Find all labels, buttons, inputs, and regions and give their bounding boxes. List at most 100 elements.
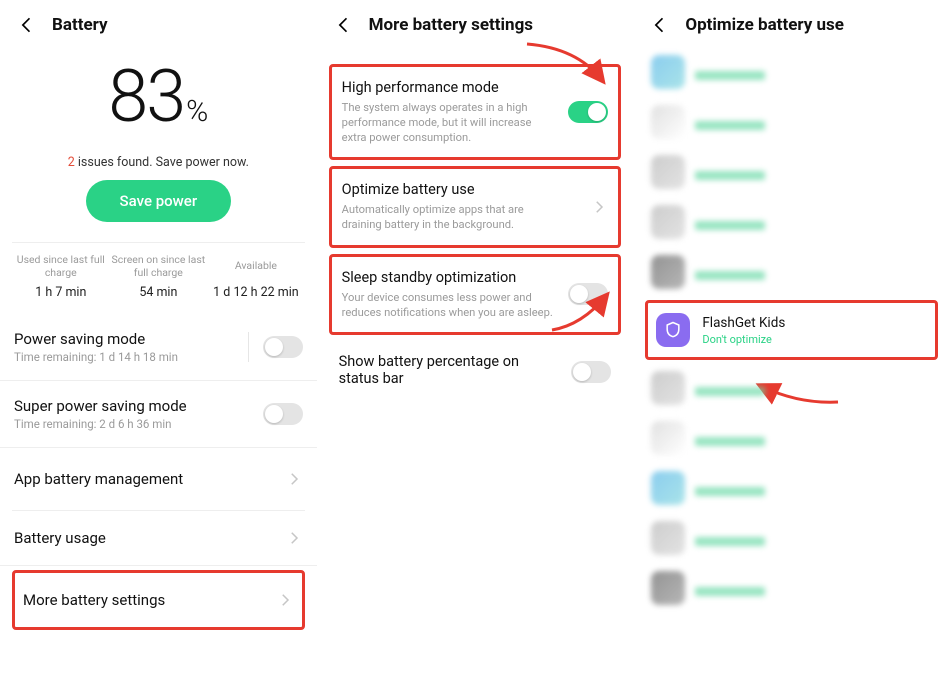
save-power-button[interactable]: Save power [86, 180, 232, 222]
stat-value: 54 min [110, 285, 208, 300]
app-status-blurred [695, 271, 765, 280]
more-battery-settings-screen: More battery settings High performance m… [317, 0, 634, 675]
app-status: Don't optimize [702, 333, 927, 346]
back-button[interactable] [333, 14, 355, 36]
battery-percent-display: 83% [12, 54, 305, 139]
shield-icon [663, 320, 683, 340]
list-item[interactable] [645, 150, 938, 194]
row-sub: Time remaining: 2 d 6 h 36 min [14, 417, 263, 431]
app-icon [651, 155, 685, 189]
list-item[interactable] [645, 200, 938, 244]
power-saving-toggle[interactable] [263, 336, 303, 358]
issues-count: 2 [68, 155, 75, 170]
app-status-blurred [695, 221, 765, 230]
app-icon [651, 521, 685, 555]
list-item[interactable] [645, 250, 938, 294]
app-status-blurred: Auto-optimize [695, 71, 765, 80]
app-status-blurred [695, 487, 765, 496]
header: Battery [12, 14, 305, 36]
list-item[interactable] [645, 366, 938, 410]
arrow-left-icon [650, 15, 670, 35]
show-percentage-toggle[interactable] [571, 361, 611, 383]
stat-col-used: Used since last full charge 1 h 7 min [12, 253, 110, 300]
app-status-blurred [695, 437, 765, 446]
app-icon [651, 105, 685, 139]
list-item[interactable] [645, 566, 938, 610]
app-icon [651, 205, 685, 239]
app-status-blurred [695, 387, 765, 396]
stat-col-screen: Screen on since last full charge 54 min [110, 253, 208, 300]
app-status-blurred [695, 171, 765, 180]
row-main: Super power saving mode Time remaining: … [14, 397, 263, 431]
toggle-knob [570, 285, 588, 303]
battery-percent-value: 83 [108, 54, 184, 139]
sleep-standby-toggle[interactable] [568, 283, 608, 305]
chevron-right-icon [285, 529, 303, 547]
battery-stats: Used since last full charge 1 h 7 min Sc… [12, 242, 305, 314]
arrow-left-icon [334, 15, 354, 35]
stat-label: Available [207, 253, 305, 279]
chevron-right-icon [285, 470, 303, 488]
row-more-battery-settings[interactable]: More battery settings [12, 570, 305, 630]
row-power-saving-mode[interactable]: Power saving mode Time remaining: 1 d 14… [12, 314, 305, 380]
stat-col-available: Available 1 d 12 h 22 min [207, 253, 305, 300]
row-title: High performance mode [342, 79, 609, 96]
row-show-battery-percentage[interactable]: Show battery percentage on status bar [329, 341, 622, 403]
list-item[interactable]: Auto-optimize [645, 50, 938, 94]
divider [0, 565, 317, 566]
app-name: FlashGet Kids [702, 315, 927, 331]
super-power-saving-toggle[interactable] [263, 403, 303, 425]
list-item[interactable] [645, 100, 938, 144]
toggle-knob [265, 338, 283, 356]
row-title: Super power saving mode [14, 397, 263, 415]
list-item[interactable] [645, 466, 938, 510]
battery-screen: Battery 83% 2 issues found. Save power n… [0, 0, 317, 675]
toggle-knob [588, 103, 606, 121]
row-description: Automatically optimize apps that are dra… [342, 202, 609, 232]
header: More battery settings [329, 14, 622, 36]
app-icon [651, 371, 685, 405]
app-icon [651, 471, 685, 505]
row-title: More battery settings [23, 591, 276, 609]
app-icon [651, 421, 685, 455]
page-title: Optimize battery use [685, 15, 844, 35]
issues-suffix: issues found. Save power now. [75, 155, 249, 170]
stat-value: 1 d 12 h 22 min [207, 285, 305, 300]
row-optimize-battery-use[interactable]: Optimize battery use Automatically optim… [329, 166, 622, 247]
flashget-kids-app-icon [656, 313, 690, 347]
row-sleep-standby-optimization[interactable]: Sleep standby optimization Your device c… [329, 254, 622, 335]
high-performance-toggle[interactable] [568, 101, 608, 123]
page-title: Battery [52, 15, 108, 35]
row-title: Battery usage [14, 529, 285, 547]
app-icon [651, 255, 685, 289]
back-button[interactable] [649, 14, 671, 36]
row-title: Power saving mode [14, 330, 242, 348]
percent-sign: % [186, 94, 208, 129]
app-status-blurred [695, 587, 765, 596]
app-status-blurred [695, 537, 765, 546]
header: Optimize battery use [645, 14, 938, 36]
page-title: More battery settings [369, 15, 533, 35]
back-button[interactable] [16, 14, 38, 36]
row-battery-usage[interactable]: Battery usage [12, 511, 305, 565]
stat-label: Screen on since last full charge [110, 253, 208, 279]
toggle-knob [573, 363, 591, 381]
row-title: App battery management [14, 470, 285, 488]
optimize-battery-use-screen: Optimize battery use Auto-optimize Flash… [633, 0, 950, 675]
arrow-left-icon [17, 15, 37, 35]
list-item[interactable] [645, 516, 938, 560]
chevron-right-icon [276, 591, 294, 609]
row-super-power-saving-mode[interactable]: Super power saving mode Time remaining: … [12, 381, 305, 447]
issues-text: 2 issues found. Save power now. [12, 155, 305, 170]
app-status-blurred [695, 121, 765, 130]
stat-value: 1 h 7 min [12, 285, 110, 300]
chevron-right-icon [590, 198, 608, 216]
row-high-performance-mode[interactable]: High performance mode The system always … [329, 64, 622, 160]
row-main: Power saving mode Time remaining: 1 d 14… [14, 330, 242, 364]
list-item[interactable] [645, 416, 938, 460]
stat-label: Used since last full charge [12, 253, 110, 279]
row-flashget-kids[interactable]: FlashGet Kids Don't optimize [645, 300, 938, 360]
row-title: Optimize battery use [342, 181, 609, 198]
app-icon [651, 55, 685, 89]
row-app-battery-management[interactable]: App battery management [12, 448, 305, 511]
